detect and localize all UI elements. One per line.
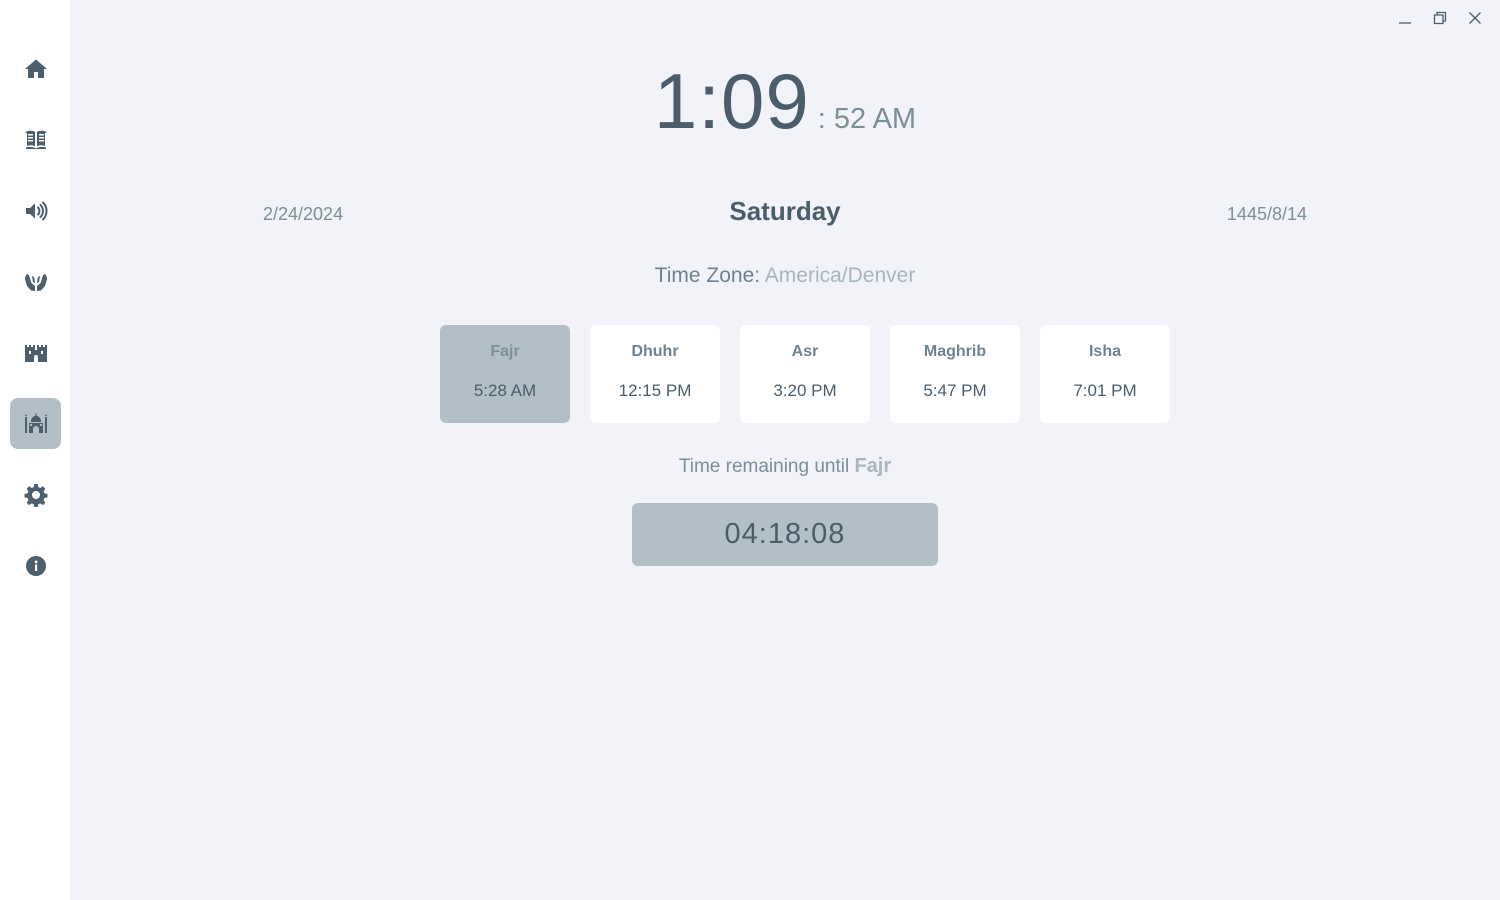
clock-hours-minutes: 1:09 [653, 57, 810, 145]
nav-item-prayer-times[interactable] [10, 398, 61, 449]
prayer-name: Maghrib [923, 343, 987, 360]
prayer-time: 3:20 PM [773, 381, 837, 400]
fortress-icon [24, 344, 47, 362]
time-remaining: Time remaining until Fajr [70, 455, 1500, 478]
next-prayer-name: Fajr [854, 455, 892, 477]
date-row: 2/24/2024 Saturday 1445/8/14 [70, 196, 1500, 228]
gear-icon [24, 483, 47, 507]
prayer-time: 5:28 AM [473, 381, 537, 400]
prayer-name: Isha [1088, 343, 1121, 360]
prayer-name: Dhuhr [631, 343, 679, 360]
timezone-label: Time Zone: [654, 264, 765, 287]
prayer-card-asr[interactable]: Asr 3:20 PM [740, 325, 870, 423]
prayer-times-page: 1:09: 52 AM 2/24/2024 Saturday 1445/8/14… [70, 0, 1500, 900]
hijri-date: 1445/8/14 [1226, 204, 1307, 224]
mosque-icon [24, 412, 47, 433]
prayer-card-fajr[interactable]: Fajr 5:28 AM [440, 325, 570, 423]
prayer-name: Asr [791, 343, 819, 360]
nav-item-settings[interactable] [10, 469, 61, 520]
countdown-timer: 04:18:08 [632, 503, 938, 566]
prayer-time: 5:47 PM [923, 381, 987, 400]
prayer-card-maghrib[interactable]: Maghrib 5:47 PM [890, 325, 1020, 423]
prayer-card-dhuhr[interactable]: Dhuhr 12:15 PM [590, 325, 720, 423]
nav-item-audio[interactable] [10, 185, 61, 236]
timezone-value: America/Denver [764, 264, 916, 287]
prayer-cards: Fajr 5:28 AM Dhuhr 12:15 PM Asr 3:20 PM … [440, 325, 1170, 423]
nav-item-about[interactable] [10, 540, 61, 591]
info-icon [25, 555, 46, 576]
sidebar [0, 0, 70, 900]
home-icon [24, 59, 47, 78]
prayer-name: Fajr [490, 343, 520, 360]
prayer-time: 12:15 PM [618, 381, 692, 400]
prayer-time: 7:01 PM [1073, 381, 1137, 400]
nav-item-fortress[interactable] [10, 327, 61, 378]
nav-item-dua[interactable] [10, 256, 61, 307]
prayer-card-isha[interactable]: Isha 7:01 PM [1040, 325, 1170, 423]
timezone: Time Zone: America/Denver [70, 264, 1500, 288]
quran-book-icon [24, 130, 47, 149]
nav-item-home[interactable] [10, 43, 61, 94]
nav-item-quran[interactable] [10, 114, 61, 165]
time-remaining-label: Time remaining until [678, 456, 855, 477]
praying-hands-icon [24, 273, 47, 291]
current-time: 1:09: 52 AM [70, 56, 1500, 147]
clock-seconds-ampm: : 52 AM [817, 103, 917, 135]
audio-speaker-icon [25, 201, 47, 220]
